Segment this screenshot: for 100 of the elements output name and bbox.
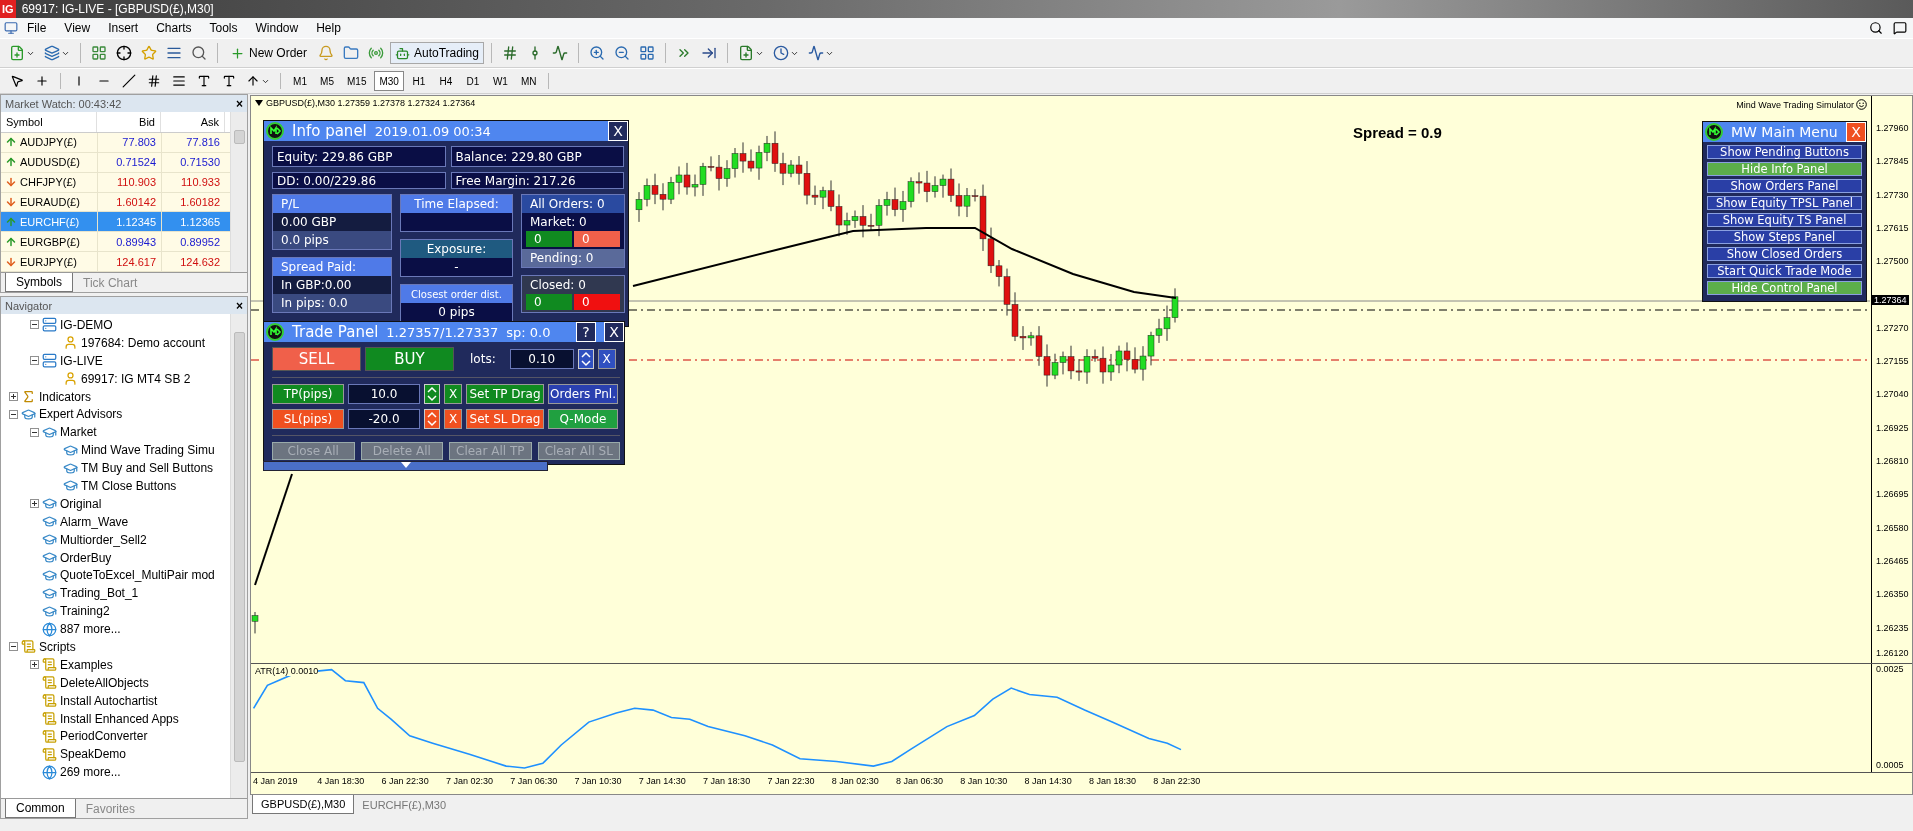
atr-tick: 0.0025 (1876, 664, 1904, 674)
close-button[interactable]: X (608, 121, 628, 141)
tree-item[interactable]: OrderBuy (60, 550, 112, 565)
tree-item[interactable]: Scripts (39, 639, 76, 654)
tree-item[interactable]: Indicators (39, 389, 92, 404)
spinner-control[interactable] (577, 349, 594, 369)
timeframe-button[interactable]: H4 (433, 71, 458, 91)
new-order-button[interactable]: New Order (225, 42, 312, 64)
menu-button[interactable]: Start Quick Trade Mode (1707, 264, 1862, 278)
sl-field[interactable]: -20.0 (348, 409, 420, 429)
time-tick: 7 Jan 18:30 (703, 776, 751, 786)
collapse-icon[interactable] (30, 356, 39, 366)
tree-item[interactable]: 269 more... (60, 765, 121, 780)
autotrading-button[interactable]: AutoTrading (390, 42, 484, 64)
tree-item[interactable]: TM Buy and Sell Buttons (81, 461, 214, 476)
panel-tab[interactable]: Common (5, 799, 76, 818)
expand-icon[interactable] (30, 660, 39, 670)
tree-item[interactable]: Training2 (60, 604, 110, 619)
column-header[interactable]: Ask (161, 112, 225, 132)
timeframe-button[interactable]: M30 (374, 71, 404, 91)
collapse-icon[interactable] (9, 642, 18, 652)
search-icon[interactable] (1869, 21, 1883, 35)
close-button[interactable]: X (1846, 122, 1866, 142)
menu-button[interactable]: Show Orders Panel (1707, 179, 1862, 193)
close-button[interactable]: X (604, 322, 624, 342)
timeframe-button[interactable]: MN (515, 71, 542, 91)
set-tp-drag-button[interactable]: Set TP Drag (466, 384, 544, 404)
tree-item[interactable]: Multiorder_Sell2 (60, 532, 147, 547)
symbol-row[interactable]: AUDUSD(£) 0.71524 0.71530 (1, 152, 230, 173)
tree-item[interactable]: Market (60, 425, 97, 440)
tree-item[interactable]: 887 more... (60, 622, 121, 637)
help-button[interactable]: ? (576, 322, 596, 342)
tp-button[interactable]: TP(pips) (272, 384, 344, 404)
timeframe-button[interactable]: D1 (460, 71, 485, 91)
tree-item[interactable]: DeleteAllObjects (60, 675, 149, 690)
symbol-row[interactable]: AUDJPY(£) 77.803 77.816 (1, 132, 230, 153)
menu-item[interactable]: Insert (99, 21, 148, 35)
clear-button[interactable]: X (597, 349, 616, 369)
tree-item[interactable]: Install Enhanced Apps (60, 711, 179, 726)
close-button[interactable]: × (236, 96, 243, 111)
tree-item[interactable]: Expert Advisors (39, 407, 123, 422)
set-sl-drag-button[interactable]: Set SL Drag (466, 409, 544, 429)
tree-item[interactable]: Mind Wave Trading Simu (81, 443, 215, 458)
tree-item[interactable]: IG-DEMO (60, 317, 113, 332)
symbol-row[interactable]: EURJPY(£) 124.617 124.632 (1, 252, 230, 272)
timeframe-button[interactable]: H1 (406, 71, 431, 91)
chart-tab[interactable]: GBPUSD(£),M30 (252, 795, 355, 814)
menu-button[interactable]: Show Equity TS Panel (1707, 213, 1862, 227)
expand-icon[interactable] (9, 392, 18, 401)
chat-icon[interactable] (1893, 21, 1907, 35)
tree-item[interactable]: QuoteToExcel_MultiPair mod (60, 568, 215, 583)
menu-button[interactable]: Show Pending Buttons (1707, 145, 1862, 159)
close-button[interactable]: × (236, 298, 243, 313)
collapse-bar[interactable] (263, 461, 548, 471)
tree-item[interactable]: IG-LIVE (60, 353, 103, 368)
menu-item[interactable]: Tools (200, 21, 247, 35)
column-header[interactable]: Symbol (1, 112, 97, 132)
tree-item[interactable]: Trading_Bot_1 (60, 586, 139, 601)
sl-button[interactable]: SL(pips) (272, 409, 344, 429)
collapse-icon[interactable] (30, 427, 39, 437)
menu-button[interactable]: Show Equity TPSL Panel (1707, 196, 1862, 210)
tree-item[interactable]: 69917: IG MT4 SB 2 (81, 371, 191, 386)
lots-field[interactable]: 0.10 (509, 349, 574, 369)
symbol-row[interactable]: CHFJPY(£) 110.903 110.933 (1, 172, 230, 193)
chart-tab[interactable]: EURCHF(£),M30 (354, 795, 455, 814)
tree-item[interactable]: Alarm_Wave (60, 514, 129, 529)
timeframe-button[interactable]: M1 (288, 71, 312, 91)
menu-item[interactable]: Help (307, 21, 350, 35)
menu-button[interactable]: Show Closed Orders (1707, 247, 1862, 261)
timeframe-button[interactable]: M5 (315, 71, 339, 91)
symbol-name: CHFJPY(£) (20, 176, 77, 189)
magnifier-icon (191, 45, 207, 61)
menu-item[interactable]: Charts (147, 21, 201, 35)
expand-icon[interactable] (30, 499, 39, 509)
tree-item[interactable]: SpeakDemo (60, 747, 127, 762)
collapse-icon[interactable] (30, 320, 39, 330)
tree-item[interactable]: 197684: Demo account (81, 335, 206, 350)
collapse-icon[interactable] (9, 409, 18, 419)
tree-item[interactable]: Original (60, 496, 102, 511)
menu-item[interactable]: File (18, 21, 56, 35)
tree-item[interactable]: Install Autochartist (60, 693, 158, 708)
tp-field[interactable]: 10.0 (348, 384, 420, 404)
symbol-name: AUDUSD(£) (20, 156, 80, 169)
clear-button[interactable]: X (444, 384, 462, 404)
symbol-row[interactable]: EURGBP(£) 0.89943 0.89952 (1, 232, 230, 253)
timeframe-button[interactable]: M15 (342, 71, 372, 91)
time-tick: 7 Jan 06:30 (510, 776, 558, 786)
tree-item[interactable]: Examples (60, 657, 113, 672)
clear-button[interactable]: X (444, 409, 462, 429)
buy-button[interactable]: BUY (365, 347, 454, 371)
tree-item[interactable]: TM Close Buttons (81, 478, 177, 493)
menu-item[interactable]: View (55, 21, 100, 35)
tree-item[interactable]: PeriodConverter (60, 729, 148, 744)
column-header[interactable]: Bid (97, 112, 161, 132)
menu-button[interactable]: Show Steps Panel (1707, 230, 1862, 244)
symbol-row[interactable]: EURAUD(£) 1.60142 1.60182 (1, 192, 230, 213)
orders-panel-button[interactable]: Orders Pnl. (548, 384, 618, 404)
panel-tab[interactable]: Symbols (5, 273, 73, 292)
timeframe-button[interactable]: W1 (487, 71, 513, 91)
menu-item[interactable]: Window (246, 21, 308, 35)
